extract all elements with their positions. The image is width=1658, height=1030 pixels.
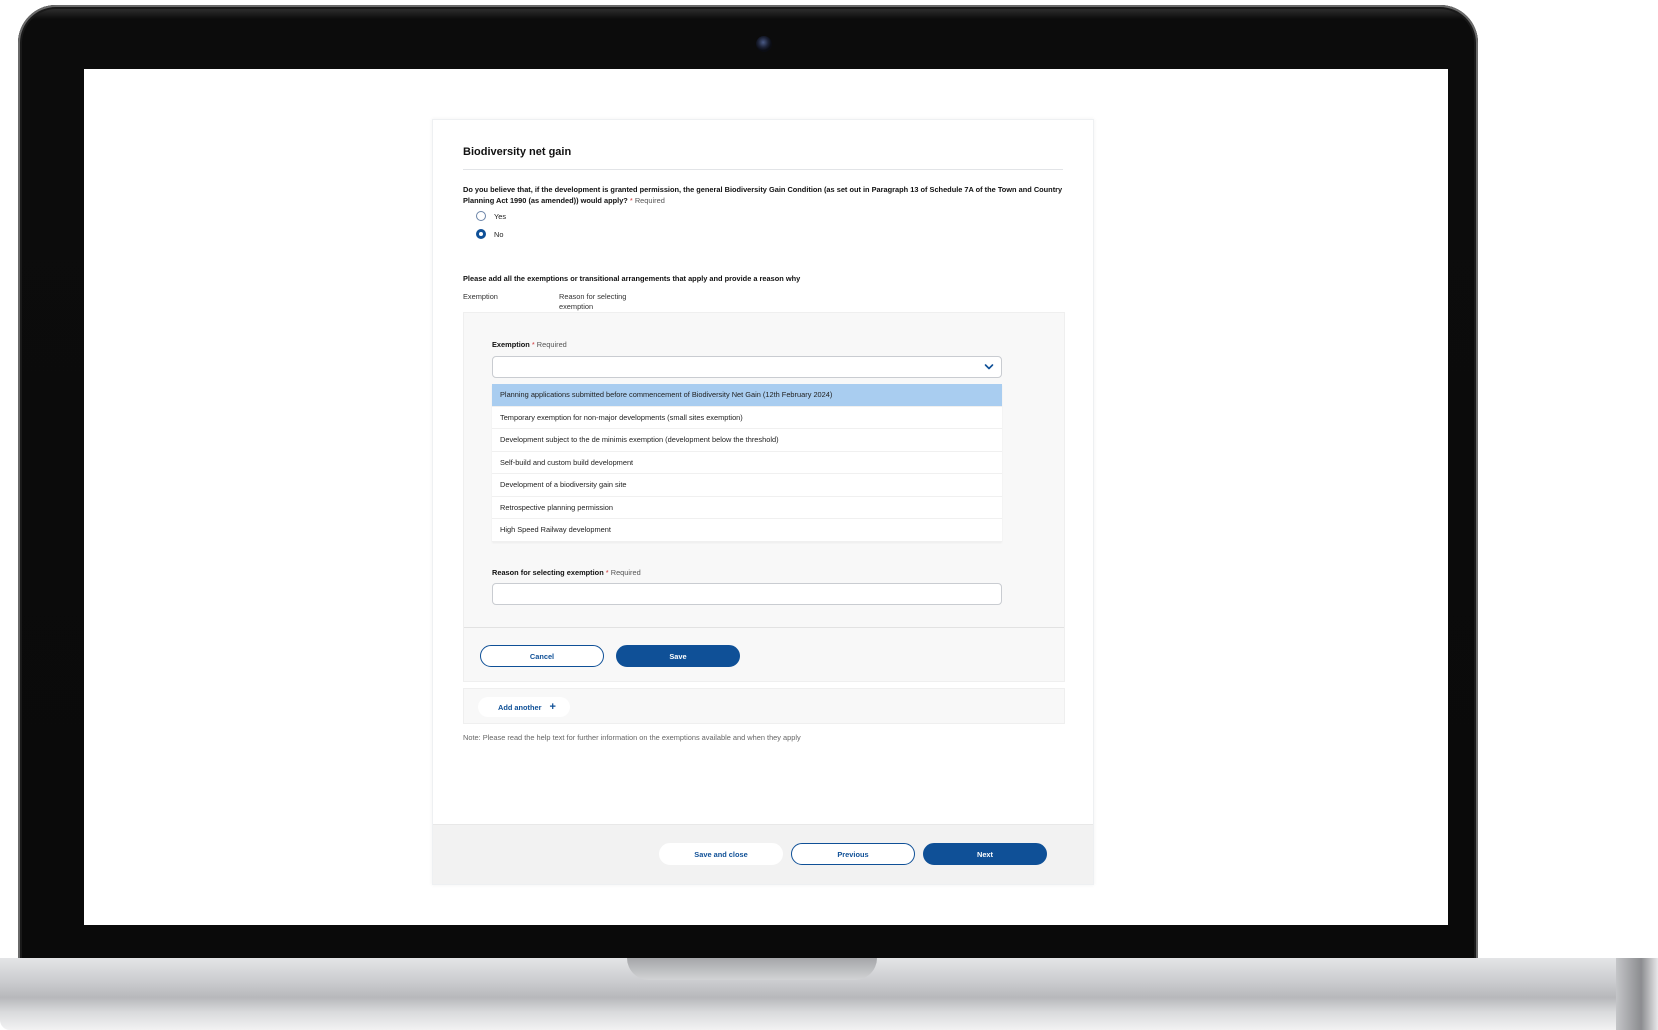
dropdown-option[interactable]: Self-build and custom build development — [492, 452, 1002, 474]
reason-input[interactable] — [492, 583, 1002, 605]
page-title: Biodiversity net gain — [463, 146, 572, 158]
required-star: * — [605, 568, 609, 577]
form-card: Biodiversity net gain Do you believe tha… — [432, 119, 1094, 885]
required-text: Required — [634, 196, 665, 205]
previous-button[interactable]: Previous — [791, 843, 915, 865]
exemption-dropdown-list: Planning applications submitted before c… — [492, 384, 1002, 542]
question-text: Do you believe that, if the development … — [463, 185, 1063, 205]
column-header-exemption: Exemption — [463, 292, 498, 301]
radio-no-label: No — [494, 229, 504, 239]
column-header-reason: Reason for selecting exemption — [559, 292, 627, 311]
form-footer: Save and close Previous Next — [433, 824, 1093, 884]
title-divider — [463, 169, 1063, 170]
required-text: Required — [536, 340, 567, 349]
dropdown-option[interactable]: Temporary exemption for non-major develo… — [492, 407, 1002, 429]
cancel-button[interactable]: Cancel — [480, 645, 604, 667]
dropdown-option[interactable]: Development of a biodiversity gain site — [492, 474, 1002, 497]
exemption-field-label: Exemption * Required — [492, 340, 567, 349]
radio-no-circle[interactable] — [476, 229, 486, 239]
required-text: Required — [610, 568, 641, 577]
panel-divider — [464, 627, 1064, 628]
reason-label-text: Reason for selecting exemption — [492, 568, 604, 577]
radio-no[interactable]: No — [476, 229, 503, 239]
add-another-panel: Add another + — [463, 688, 1065, 724]
save-button[interactable]: Save — [616, 645, 740, 667]
required-star: * — [629, 196, 633, 205]
bng-question: Do you believe that, if the development … — [463, 184, 1063, 206]
exemption-select[interactable] — [492, 356, 1002, 378]
camera-icon — [756, 36, 772, 52]
plus-icon: + — [549, 700, 556, 713]
reason-field-label: Reason for selecting exemption * Require… — [492, 568, 641, 577]
add-another-label: Add another — [498, 702, 542, 712]
laptop-bezel: Biodiversity net gain Do you believe tha… — [18, 5, 1478, 967]
exemption-label-text: Exemption — [492, 340, 530, 349]
chevron-down-icon[interactable] — [984, 363, 994, 371]
radio-yes[interactable]: Yes — [476, 211, 506, 221]
dropdown-option[interactable]: Development subject to the de minimis ex… — [492, 429, 1002, 452]
exemption-edit-panel: Exemption * Required Planning applicatio… — [463, 312, 1065, 682]
laptop-base-edge — [1616, 958, 1658, 1030]
laptop-screen: Biodiversity net gain Do you believe tha… — [84, 69, 1448, 925]
dropdown-option[interactable]: High Speed Railway development — [492, 519, 1002, 542]
radio-yes-circle[interactable] — [476, 211, 486, 221]
help-note: Note: Please read the help text for furt… — [463, 733, 801, 742]
radio-yes-label: Yes — [494, 211, 507, 221]
save-and-close-button[interactable]: Save and close — [659, 843, 783, 865]
add-another-button[interactable]: Add another + — [478, 697, 570, 717]
laptop-hinge-notch — [627, 958, 877, 980]
dropdown-option[interactable]: Retrospective planning permission — [492, 497, 1002, 519]
exemptions-prompt: Please add all the exemptions or transit… — [463, 274, 801, 283]
required-star: * — [531, 340, 535, 349]
next-button[interactable]: Next — [923, 843, 1047, 865]
dropdown-option[interactable]: Planning applications submitted before c… — [492, 384, 1002, 407]
